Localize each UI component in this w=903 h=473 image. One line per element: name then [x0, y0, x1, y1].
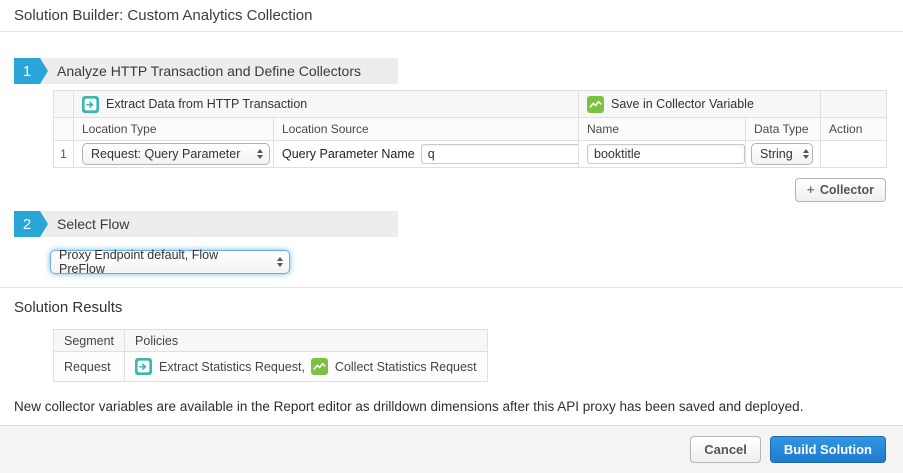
group-header-action-spacer: [821, 91, 887, 118]
location-type-select-value: Request: Query Parameter: [91, 147, 240, 161]
column-header-rownum: [54, 118, 74, 141]
select-arrows-icon: [803, 149, 809, 159]
add-collector-label: Collector: [820, 183, 874, 197]
step1-number-badge: 1: [14, 58, 40, 84]
location-source-input[interactable]: [421, 144, 579, 164]
results-table: Segment Policies Request Extract Statist…: [53, 329, 488, 382]
plus-icon: +: [807, 183, 814, 197]
footer-bar: Cancel Build Solution: [0, 425, 903, 473]
group-header-collect: Save in Collector Variable: [579, 91, 821, 118]
results-title: Solution Results: [14, 299, 889, 316]
title-bar: Solution Builder: Custom Analytics Colle…: [0, 0, 903, 32]
step2-header: 2 Select Flow: [14, 211, 398, 237]
collect-icon: [311, 358, 328, 375]
group-header-extract: Extract Data from HTTP Transaction: [74, 91, 579, 118]
deploy-note: New collector variables are available in…: [14, 399, 889, 414]
column-header-name: Name: [579, 118, 746, 141]
extract-icon: [82, 96, 99, 113]
add-collector-button[interactable]: + Collector: [795, 178, 886, 202]
group-header-collect-label: Save in Collector Variable: [611, 97, 754, 111]
column-header-action: Action: [821, 118, 887, 141]
build-solution-button[interactable]: Build Solution: [770, 436, 886, 463]
location-type-select[interactable]: Request: Query Parameter: [82, 143, 270, 165]
location-source-label: Query Parameter Name: [282, 147, 415, 161]
results-column-segment: Segment: [54, 330, 125, 352]
policy-collect-label: Collect Statistics Request: [335, 360, 477, 374]
action-cell: [821, 141, 887, 168]
page-title: Solution Builder: Custom Analytics Colle…: [14, 7, 312, 24]
step2-number-badge: 2: [14, 211, 40, 237]
select-arrows-icon: [277, 257, 283, 267]
step1-title: Analyze HTTP Transaction and Define Coll…: [57, 63, 361, 79]
data-type-select-value: String: [760, 147, 793, 161]
group-header-spacer: [54, 91, 74, 118]
results-segment: Request: [54, 352, 125, 382]
column-header-location-type: Location Type: [74, 118, 274, 141]
select-arrows-icon: [257, 149, 263, 159]
group-header-extract-label: Extract Data from HTTP Transaction: [106, 97, 307, 111]
collector-name-input[interactable]: [587, 144, 745, 164]
extract-icon: [135, 358, 152, 375]
flow-select[interactable]: Proxy Endpoint default, Flow PreFlow: [50, 250, 290, 274]
results-column-policies: Policies: [125, 330, 488, 352]
step1-header: 1 Analyze HTTP Transaction and Define Co…: [14, 58, 398, 84]
flow-select-value: Proxy Endpoint default, Flow PreFlow: [59, 248, 267, 276]
collectors-table: Extract Data from HTTP Transaction Save …: [53, 90, 887, 168]
collect-icon: [587, 96, 604, 113]
column-header-data-type: Data Type: [746, 118, 821, 141]
data-type-select[interactable]: String: [751, 143, 813, 165]
cancel-button[interactable]: Cancel: [690, 436, 761, 463]
section-divider: [0, 287, 903, 288]
column-header-location-source: Location Source: [274, 118, 579, 141]
results-row: Request Extract Statistics Request, Coll…: [54, 352, 488, 382]
step2-title: Select Flow: [57, 216, 129, 232]
policy-extract-label: Extract Statistics Request,: [159, 360, 305, 374]
collector-row: 1 Request: Query Parameter Query Paramet…: [54, 141, 887, 168]
row-number: 1: [54, 141, 74, 168]
